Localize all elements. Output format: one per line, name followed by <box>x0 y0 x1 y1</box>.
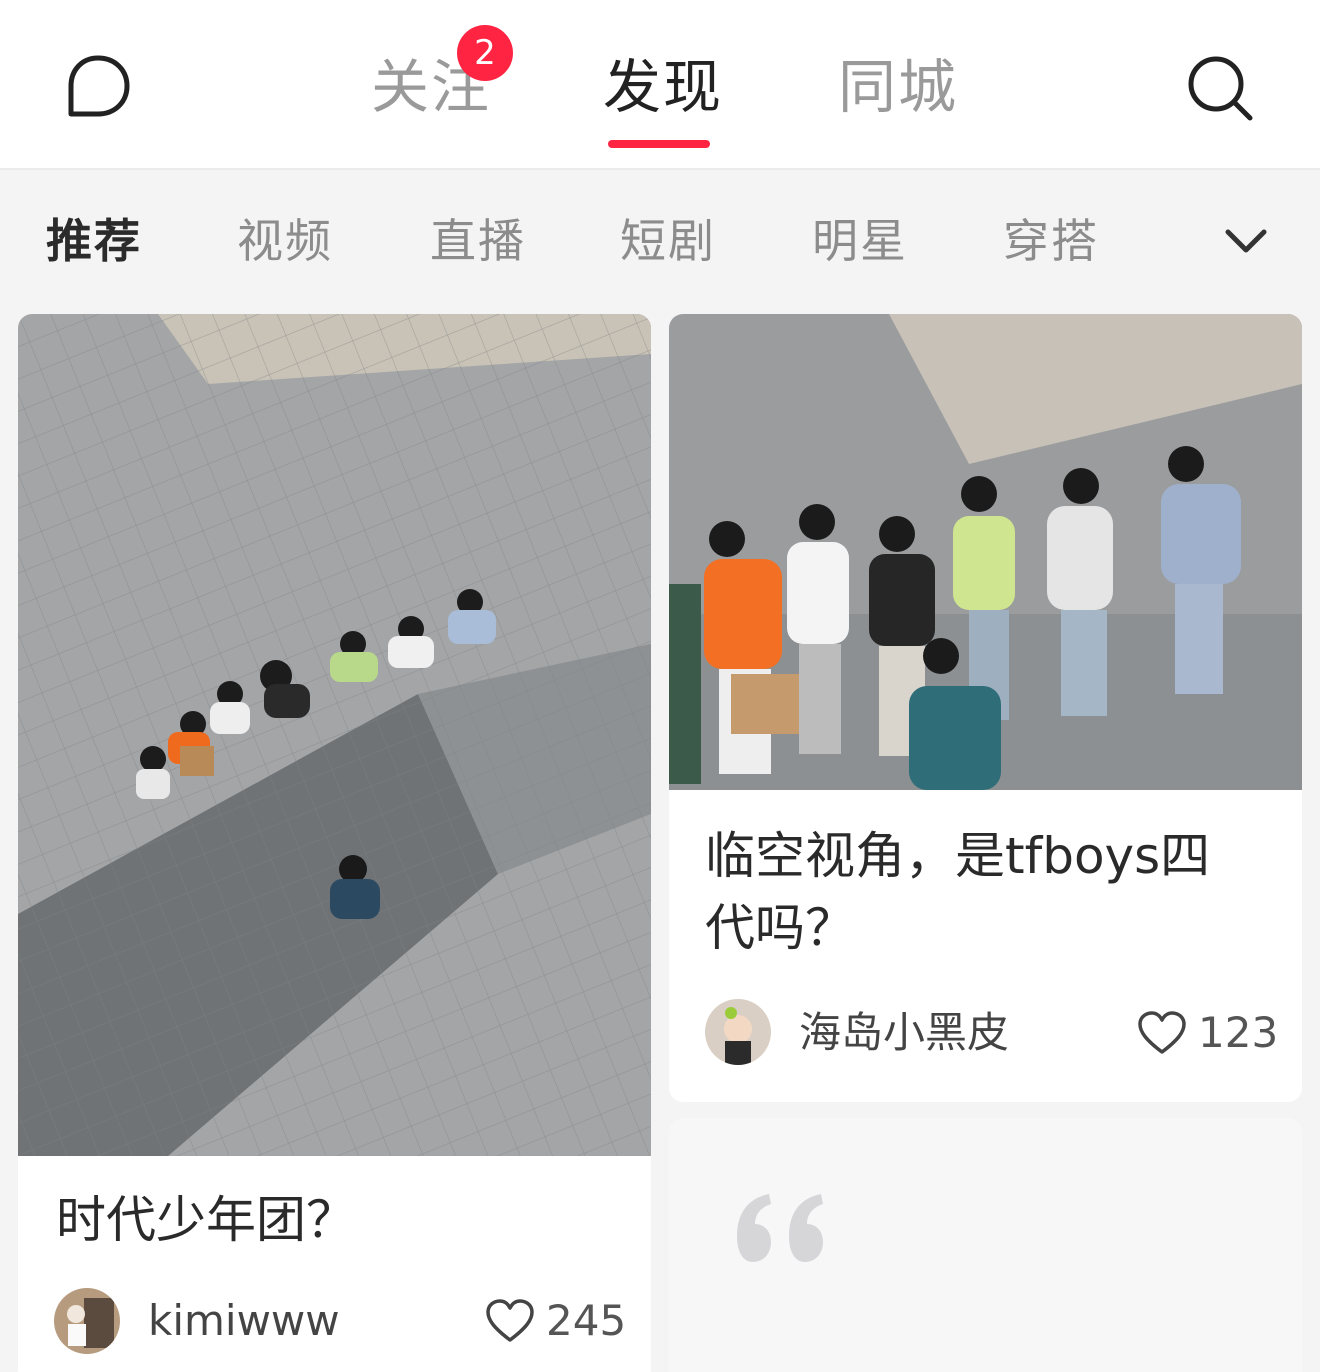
like-button[interactable]: 245 <box>484 1296 626 1346</box>
feed-card[interactable]: 临空视角，是tfboys四 代吗？ 海岛小黑皮 123 <box>669 314 1302 1102</box>
avatar-image <box>705 999 771 1065</box>
card-title-line-1: 临空视角，是tfboys四 <box>705 827 1211 885</box>
like-count: 245 <box>546 1296 627 1345</box>
tab-discover[interactable]: 发现 <box>603 52 723 122</box>
category-recommend[interactable]: 推荐 <box>46 212 142 270</box>
heart-outline-icon <box>1138 1011 1186 1054</box>
category-live[interactable]: 直播 <box>430 212 526 270</box>
author-avatar[interactable] <box>705 999 771 1065</box>
avatar-image <box>54 1288 120 1354</box>
search-icon <box>1188 56 1253 121</box>
card-cover-image[interactable] <box>669 314 1302 790</box>
category-bar: 推荐 视频 直播 短剧 明星 穿搭 <box>0 172 1320 310</box>
card-cover-image[interactable] <box>18 314 651 1156</box>
follow-notification-badge: 2 <box>457 25 513 81</box>
chevron-down-icon <box>1225 229 1267 253</box>
feed-card-partial[interactable] <box>669 1118 1302 1372</box>
author-name[interactable]: kimiwww <box>148 1296 340 1346</box>
category-video[interactable]: 视频 <box>237 212 333 270</box>
card-title-line-2: 代吗？ <box>705 899 855 957</box>
search-button[interactable] <box>1184 52 1256 124</box>
feed-card[interactable]: 时代少年团？ kimiwww 245 <box>18 314 651 1372</box>
top-nav-bar: 关注 2 发现 同城 <box>0 0 1320 170</box>
author-name[interactable]: 海岛小黑皮 <box>799 1008 1009 1058</box>
tab-nearby[interactable]: 同城 <box>838 52 958 122</box>
like-button[interactable]: 123 <box>1136 1008 1278 1058</box>
category-celebrity[interactable]: 明星 <box>812 212 908 270</box>
quote-mark-icon <box>737 1194 823 1262</box>
top-tabs: 关注 2 发现 同城 <box>0 0 1320 170</box>
card-title[interactable]: 临空视角，是tfboys四 代吗？ <box>705 820 1210 964</box>
active-tab-indicator <box>608 140 710 148</box>
card-title[interactable]: 时代少年团？ <box>56 1184 356 1256</box>
aerial-photo-plaza <box>18 314 651 1156</box>
expand-categories-button[interactable] <box>1220 220 1272 264</box>
author-avatar[interactable] <box>54 1288 120 1354</box>
group-photo-plaza <box>669 314 1302 790</box>
category-outfit[interactable]: 穿搭 <box>1003 212 1099 270</box>
category-short-drama[interactable]: 短剧 <box>620 212 716 270</box>
like-count: 123 <box>1198 1008 1279 1057</box>
heart-outline-icon <box>486 1299 534 1342</box>
